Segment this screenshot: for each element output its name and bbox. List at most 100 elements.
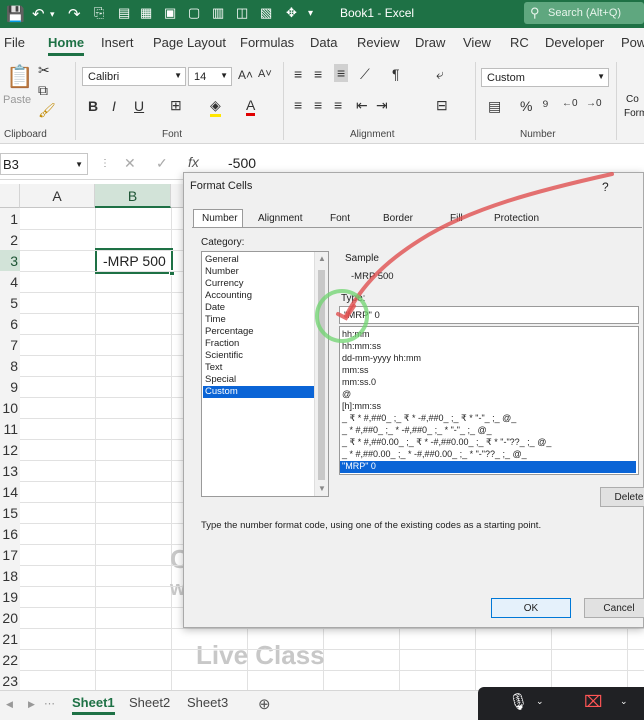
row-header-22[interactable]: 22 (0, 649, 20, 671)
orientation-icon[interactable]: ⟋ (360, 66, 370, 83)
column-header-b[interactable]: B (95, 184, 171, 208)
sheet-tab-sheet3[interactable]: Sheet3 (187, 695, 228, 710)
category-general[interactable]: General (203, 254, 314, 266)
type-input[interactable]: "MRP" 0 (339, 306, 639, 324)
font-color-icon[interactable]: A (246, 97, 256, 116)
tab-protection[interactable]: Protection (494, 213, 539, 224)
row-header-14[interactable]: 14 (0, 481, 20, 503)
underline-icon[interactable]: U (134, 98, 144, 114)
category-accounting[interactable]: Accounting (203, 290, 314, 302)
italic-icon[interactable]: I (112, 98, 116, 114)
decrease-font-icon[interactable]: A˅ (258, 68, 272, 80)
format-code-item[interactable]: hh:mm:ss (340, 341, 636, 353)
row-header-17[interactable]: 17 (0, 544, 20, 566)
scroll-up-icon[interactable]: ▲ (318, 254, 326, 263)
copy-icon[interactable]: ⧉ (38, 82, 48, 99)
wrap-text-icon[interactable]: ¶ (392, 66, 400, 82)
gallery-icon[interactable]: ◫ (236, 5, 248, 21)
tab-alignment[interactable]: Alignment (258, 213, 302, 224)
category-percentage[interactable]: Percentage (203, 326, 314, 338)
row-header-5[interactable]: 5 (0, 292, 20, 314)
align-top-icon[interactable]: ≡ (294, 66, 302, 82)
ok-button[interactable]: OK (491, 598, 571, 618)
row-header-9[interactable]: 9 (0, 376, 20, 398)
row-header-1[interactable]: 1 (0, 208, 20, 230)
wrap-icon[interactable]: ⤶ (436, 66, 444, 83)
category-text[interactable]: Text (203, 362, 314, 374)
chart-icon[interactable]: ▥ (212, 5, 224, 21)
format-code-item[interactable]: dd-mm-yyyy hh:mm (340, 353, 636, 365)
decrease-decimal-icon[interactable]: →0 (586, 98, 602, 109)
decrease-indent-icon[interactable]: ⇤ (356, 97, 368, 114)
tab-font[interactable]: Font (330, 213, 350, 224)
row-header-11[interactable]: 11 (0, 418, 20, 440)
category-list[interactable]: General Number Currency Accounting Date … (201, 251, 329, 497)
tab-data[interactable]: Data (310, 35, 337, 50)
row-header-12[interactable]: 12 (0, 439, 20, 461)
undo-dropdown-icon[interactable]: ▾ (50, 9, 55, 20)
tab-draw[interactable]: Draw (415, 35, 445, 50)
cancel-button[interactable]: Cancel (584, 598, 644, 618)
align-center-icon[interactable]: ≡ (314, 97, 322, 113)
align-middle-icon[interactable]: ≡ (314, 66, 322, 82)
cancel-entry-icon[interactable]: ✕ (124, 155, 136, 172)
search-box[interactable]: ⚲ Search (Alt+Q) (524, 2, 644, 24)
format-painter-icon[interactable]: 🖌 (38, 102, 56, 119)
category-custom[interactable]: Custom (203, 386, 314, 398)
increase-decimal-icon[interactable]: ←0 (562, 98, 578, 109)
paste-icon[interactable]: 📋 (6, 64, 33, 90)
format-code-item[interactable]: _ * #,##0_ ;_ * -#,##0_ ;_ * "-"_ ;_ @_ (340, 425, 636, 437)
row-header-10[interactable]: 10 (0, 397, 20, 419)
row-header-16[interactable]: 16 (0, 523, 20, 545)
font-name-box[interactable]: Calibri ▼ (82, 67, 186, 86)
row-header-18[interactable]: 18 (0, 565, 20, 587)
number-format-box[interactable]: Custom ▼ (481, 68, 609, 87)
bold-icon[interactable]: B (88, 98, 98, 114)
tab-fill[interactable]: Fill (450, 213, 463, 224)
sheet-tab-sheet2[interactable]: Sheet2 (129, 695, 170, 710)
conditional-formatting-label[interactable]: Co (626, 94, 639, 105)
scroll-sheets-left-icon[interactable]: ◀ (6, 699, 13, 710)
scroll-sheets-right-icon[interactable]: ▶ (28, 699, 35, 710)
sheet-tab-sheet1[interactable]: Sheet1 (72, 695, 115, 715)
select-all-corner[interactable] (0, 184, 20, 208)
category-date[interactable]: Date (203, 302, 314, 314)
format-code-item[interactable]: _ ₹ * #,##0_ ;_ ₹ * -#,##0_ ;_ ₹ * "-"_ … (340, 413, 636, 425)
format-as-table-label[interactable]: Form (624, 108, 644, 119)
font-size-box[interactable]: 14 ▼ (188, 67, 232, 86)
category-time[interactable]: Time (203, 314, 314, 326)
format-code-item[interactable]: mm:ss (340, 365, 636, 377)
save-icon[interactable]: 💾 (6, 5, 25, 23)
calculator-icon[interactable]: ▦ (140, 5, 152, 21)
formula-input[interactable]: -500 (228, 155, 256, 171)
tab-power[interactable]: Pow (621, 35, 644, 50)
row-header-3[interactable]: 3 (0, 250, 20, 272)
name-box[interactable]: B3 ▼ (0, 153, 88, 175)
tab-number[interactable]: Number (193, 209, 243, 228)
row-header-19[interactable]: 19 (0, 586, 20, 608)
format-code-item[interactable]: @ (340, 389, 636, 401)
confirm-entry-icon[interactable]: ✓ (156, 155, 168, 172)
fill-color-icon[interactable]: ◈ (210, 97, 221, 117)
format-code-list[interactable]: hh:mm hh:mm:ss dd-mm-yyyy hh:mm mm:ss mm… (339, 326, 639, 475)
category-fraction[interactable]: Fraction (203, 338, 314, 350)
borders-icon[interactable]: ⊞ (170, 97, 182, 114)
clipboard-qa-icon[interactable]: ▤ (118, 5, 130, 21)
format-code-item[interactable]: _ * #,##0.00_ ;_ * -#,##0.00_ ;_ * "-"??… (340, 449, 636, 461)
camera-off-icon[interactable]: ⌧ (584, 692, 602, 712)
format-code-item[interactable]: [h]:mm:ss (340, 401, 636, 413)
row-header-7[interactable]: 7 (0, 334, 20, 356)
customize-qa-icon[interactable]: ▾ (308, 8, 313, 19)
cut-icon[interactable]: ✂ (38, 62, 50, 79)
redo-icon[interactable]: ↷ (68, 5, 81, 23)
format-code-item[interactable]: mm:ss.0 (340, 377, 636, 389)
align-left-icon[interactable]: ≡ (294, 97, 302, 113)
align-right-icon[interactable]: ≡ (334, 97, 342, 113)
tab-developer[interactable]: Developer (545, 35, 604, 50)
new-sheet-icon[interactable]: ▢ (188, 5, 200, 21)
row-header-21[interactable]: 21 (0, 628, 20, 650)
tab-rc[interactable]: RC (510, 35, 529, 50)
touch-mode-icon[interactable]: ✥ (286, 5, 297, 21)
format-code-item[interactable]: hh:mm (340, 329, 636, 341)
format-painter-qa-icon[interactable]: ⎘ (94, 5, 104, 21)
